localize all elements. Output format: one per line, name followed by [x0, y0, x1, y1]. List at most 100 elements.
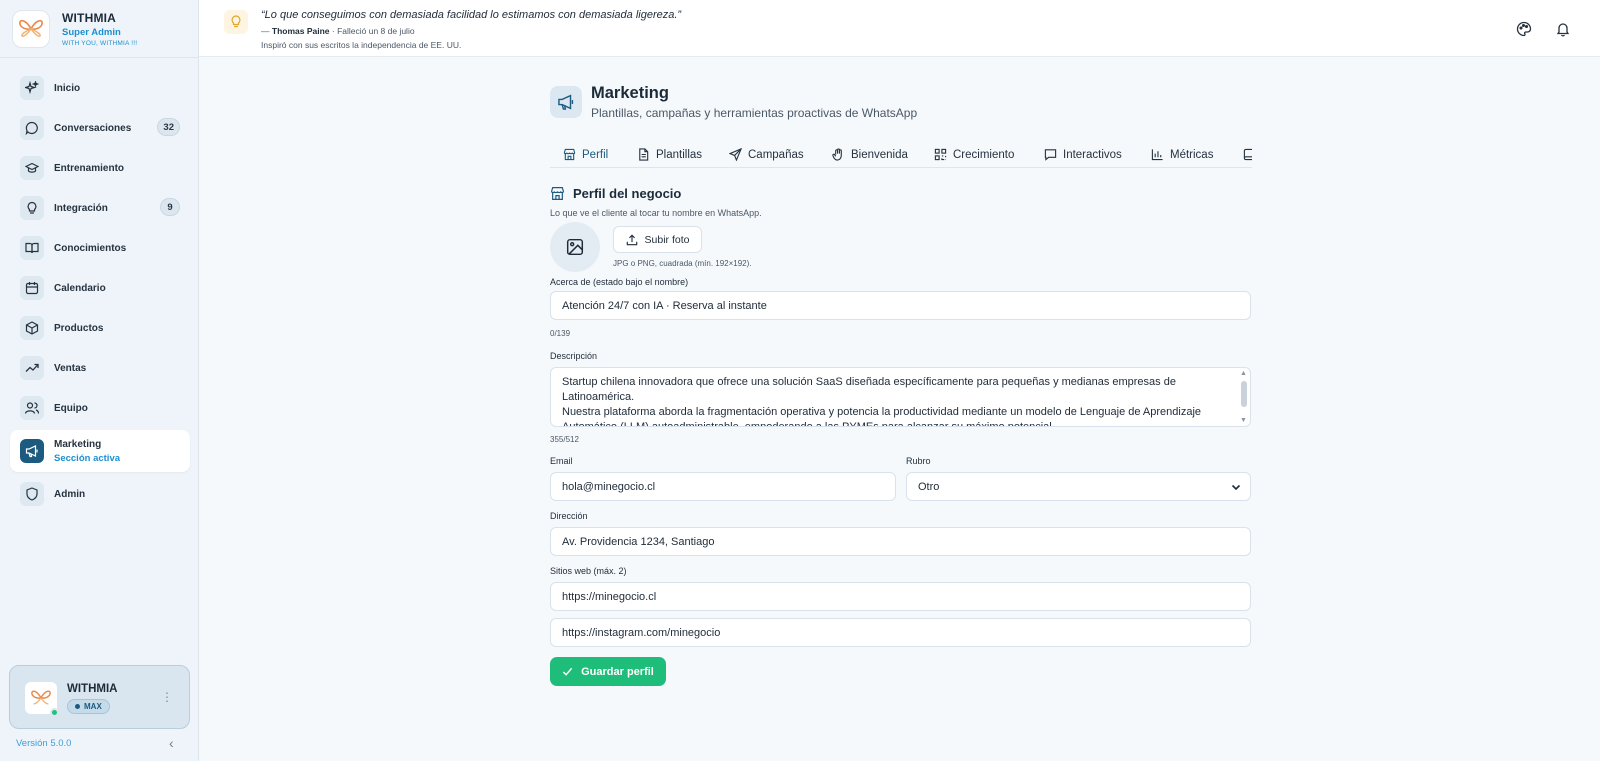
category-select[interactable]: Otro: [906, 472, 1251, 501]
sidebar-item-conversaciones[interactable]: Conversaciones 32: [10, 108, 190, 148]
about-value: Atención 24/7 con IA · Reserva al instan…: [562, 299, 767, 312]
palette-icon[interactable]: [1513, 18, 1535, 40]
save-label: Guardar perfil: [581, 665, 654, 678]
sidebar-item-ventas[interactable]: Ventas: [10, 348, 190, 388]
graduation-cap-icon: [20, 156, 44, 180]
sidebar-item-calendario[interactable]: Calendario: [10, 268, 190, 308]
upload-photo-button[interactable]: Subir foto: [613, 226, 702, 253]
tab-label: Perfil: [582, 148, 609, 161]
check-icon: [562, 667, 573, 676]
plan-label: MAX: [84, 702, 102, 711]
description-textarea[interactable]: Startup chilena innovadora que ofrece un…: [550, 367, 1251, 427]
tab-label: Interactivos: [1063, 148, 1122, 161]
quote-author: Thomas Paine: [271, 26, 330, 36]
scroll-thumb[interactable]: [1241, 381, 1247, 407]
megaphone-icon: [550, 86, 582, 118]
section-title: Perfil del negocio: [550, 186, 681, 201]
profile-photo-placeholder[interactable]: [550, 222, 600, 272]
sidebar-item-entrenamiento[interactable]: Entrenamiento: [10, 148, 190, 188]
count-badge: 32: [157, 118, 180, 136]
tab-metricas[interactable]: Métricas: [1151, 142, 1213, 167]
plan-dot-icon: [75, 704, 80, 709]
tab-label: Métricas: [1170, 148, 1214, 161]
hand-wave-icon: [832, 148, 842, 161]
active-section-label: Sección activa: [54, 452, 121, 464]
section-subtitle: Lo que ve el cliente al tocar tu nombre …: [550, 208, 762, 218]
sidebar-item-label: Equipo: [54, 402, 88, 414]
chevron-down-icon: [1231, 484, 1241, 491]
quote-meta-suffix: · Falleció un 8 de julio: [329, 26, 415, 36]
email-value: hola@minegocio.cl: [562, 480, 656, 493]
page-subtitle: Plantillas, campañas y herramientas proa…: [591, 106, 918, 120]
sidebar-item-label: Ventas: [54, 362, 87, 374]
tab-label: Bienvenida: [851, 148, 908, 161]
brand-role: Super Admin: [62, 27, 121, 38]
upload-hint: JPG o PNG, cuadrada (mín. 192×192).: [613, 259, 752, 268]
sidebar-item-admin[interactable]: Admin: [10, 474, 190, 514]
sidebar-nav: Inicio Conversaciones 32 Entrenamiento I…: [10, 68, 190, 514]
tab-label: Plantillas: [656, 148, 703, 161]
textarea-scrollbar[interactable]: ▲ ▼: [1240, 370, 1248, 424]
megaphone-icon: [20, 439, 44, 463]
topbar: “Lo que conseguimos con demasiada facili…: [199, 0, 1600, 57]
tab-bienvenida[interactable]: Bienvenida: [832, 142, 908, 167]
sidebar-item-label: Conocimientos: [54, 242, 127, 254]
sidebar-item-productos[interactable]: Productos: [10, 308, 190, 348]
sidebar-item-inicio[interactable]: Inicio: [10, 68, 190, 108]
sidebar-item-label: Inicio: [54, 82, 81, 94]
bell-icon[interactable]: [1552, 18, 1574, 40]
sidebar-item-equipo[interactable]: Equipo: [10, 388, 190, 428]
quote-author-bio: Inspiró con sus escritos la independenci…: [261, 40, 462, 50]
shield-icon: [20, 482, 44, 506]
daily-quote: “Lo que conseguimos con demasiada facili…: [261, 9, 682, 21]
address-value: Av. Providencia 1234, Santiago: [562, 535, 715, 548]
send-icon: [729, 148, 742, 161]
about-counter: 0/139: [550, 329, 571, 338]
chat-bubble-icon: [20, 116, 44, 140]
lightbulb-icon: [224, 10, 248, 34]
sidebar-item-integracion[interactable]: Integración 9: [10, 188, 190, 228]
address-field[interactable]: Av. Providencia 1234, Santiago: [550, 527, 1251, 556]
category-value: Otro: [918, 480, 940, 493]
website-field-1[interactable]: https://minegocio.cl: [550, 582, 1251, 611]
tab-campanas[interactable]: Campañas: [729, 142, 804, 167]
file-text-icon: [639, 148, 649, 161]
sidebar-item-label: Conversaciones: [54, 122, 132, 134]
sidebar-item-marketing[interactable]: Marketing Sección activa: [10, 430, 190, 472]
about-input[interactable]: Atención 24/7 con IA · Reserva al instan…: [550, 291, 1251, 320]
sidebar-item-conocimientos[interactable]: Conocimientos: [10, 228, 190, 268]
upload-label: Subir foto: [644, 233, 690, 246]
box-icon: [20, 316, 44, 340]
image-icon: [566, 238, 584, 256]
account-card[interactable]: WITHMIA MAX ⋮: [9, 665, 190, 729]
count-badge: 9: [160, 198, 180, 216]
brand[interactable]: WITHMIA Super Admin WITH YOU, WITHMIA !!…: [12, 10, 137, 48]
description-line: Nuestra plataforma aborda la fragmentaci…: [562, 406, 1202, 427]
tab-interactivos[interactable]: Interactivos: [1044, 142, 1122, 167]
sidebar-item-label: Calendario: [54, 282, 106, 294]
save-profile-button[interactable]: Guardar perfil: [550, 657, 666, 686]
users-icon: [20, 396, 44, 420]
tab-plantillas[interactable]: Plantillas: [637, 142, 702, 167]
more-vertical-icon[interactable]: ⋮: [161, 691, 173, 703]
sidebar-item-label: Integración: [54, 202, 108, 214]
website-value: https://minegocio.cl: [562, 590, 657, 603]
trending-up-icon: [20, 356, 44, 380]
version-label: Versión 5.0.0: [16, 738, 72, 749]
category-label: Rubro: [906, 456, 931, 466]
website-field-2[interactable]: https://instagram.com/minegocio: [550, 618, 1251, 647]
sparkles-icon: [20, 76, 44, 100]
calendar-icon: [20, 276, 44, 300]
collapse-sidebar-icon[interactable]: ‹: [169, 735, 174, 751]
tab-crecimiento[interactable]: Crecimiento: [934, 142, 1014, 167]
tab-perfil[interactable]: Perfil: [563, 142, 608, 167]
tab-overflow[interactable]: [1243, 142, 1252, 167]
description-line: Startup chilena innovadora que ofrece un…: [562, 376, 1176, 403]
email-field[interactable]: hola@minegocio.cl: [550, 472, 896, 501]
sidebar-item-label: Marketing: [54, 438, 102, 450]
message-square-icon: [1044, 149, 1057, 161]
description-counter: 355/512: [550, 435, 579, 444]
tab-label: Crecimiento: [953, 148, 1015, 161]
scroll-up-icon[interactable]: ▲: [1240, 370, 1247, 377]
scroll-down-icon[interactable]: ▼: [1240, 417, 1247, 424]
